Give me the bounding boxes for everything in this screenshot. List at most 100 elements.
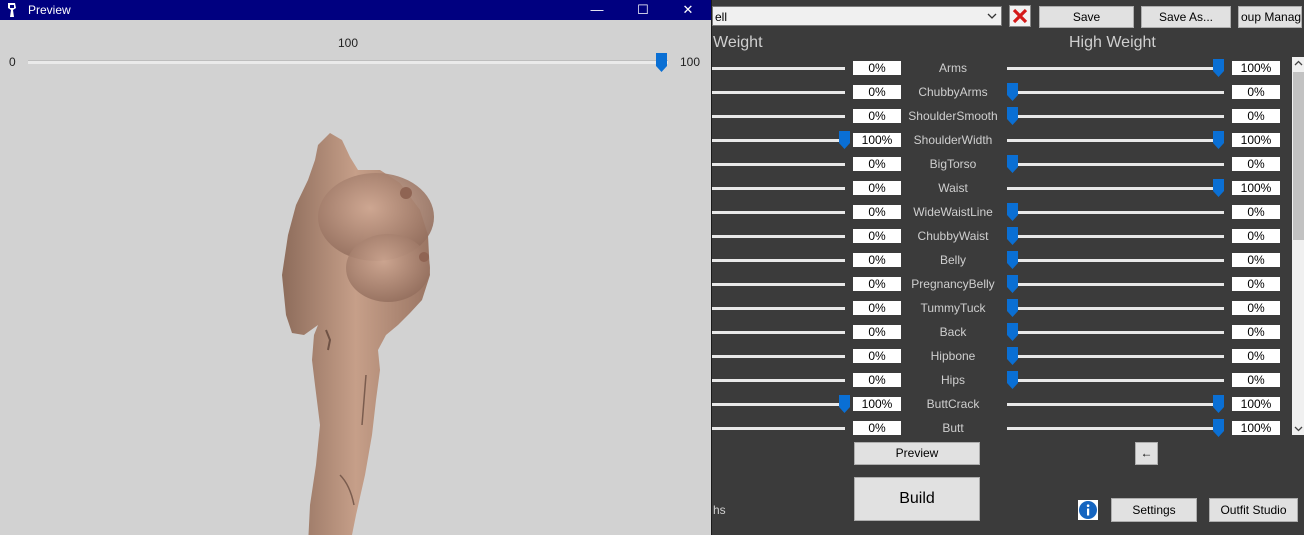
high-weight-slider-track[interactable] (1007, 259, 1224, 262)
high-weight-slider-thumb[interactable] (1213, 59, 1224, 77)
low-weight-value-field[interactable]: 0% (853, 349, 901, 363)
body-model-3d-view[interactable] (270, 125, 470, 535)
close-window-button[interactable]: ✕ (665, 0, 711, 20)
high-weight-slider-track[interactable] (1007, 379, 1224, 382)
low-weight-slider-track[interactable] (712, 163, 845, 166)
high-weight-slider-thumb[interactable] (1213, 179, 1224, 197)
high-weight-slider-thumb[interactable] (1007, 275, 1018, 293)
settings-button[interactable]: Settings (1111, 498, 1197, 522)
high-weight-slider-track[interactable] (1007, 91, 1224, 94)
high-weight-slider-track[interactable] (1007, 139, 1224, 142)
info-icon[interactable] (1078, 500, 1098, 520)
scroll-down-arrow-icon[interactable] (1292, 422, 1304, 435)
low-weight-slider-track[interactable] (712, 307, 845, 310)
high-weight-value-field[interactable]: 100% (1232, 61, 1280, 75)
low-weight-value-field[interactable]: 100% (853, 397, 901, 411)
high-weight-slider-track[interactable] (1007, 355, 1224, 358)
high-weight-slider-thumb[interactable] (1213, 395, 1224, 413)
low-weight-value-field[interactable]: 0% (853, 325, 901, 339)
high-weight-value-field[interactable]: 0% (1232, 373, 1280, 387)
high-weight-value-field[interactable]: 0% (1232, 205, 1280, 219)
low-weight-slider-track[interactable] (712, 67, 845, 70)
low-weight-slider-track[interactable] (712, 91, 845, 94)
scroll-up-arrow-icon[interactable] (1292, 57, 1304, 70)
save-button[interactable]: Save (1039, 6, 1134, 28)
high-weight-slider-track[interactable] (1007, 163, 1224, 166)
low-weight-slider-track[interactable] (712, 403, 845, 406)
group-manager-button[interactable]: oup Manag (1238, 6, 1302, 28)
high-weight-slider-track[interactable] (1007, 307, 1224, 310)
low-weight-slider-track[interactable] (712, 427, 845, 430)
high-weight-slider-thumb[interactable] (1007, 83, 1018, 101)
high-weight-slider-track[interactable] (1007, 235, 1224, 238)
preview-button[interactable]: Preview (854, 442, 980, 465)
low-weight-value-field[interactable]: 0% (853, 181, 901, 195)
high-weight-slider-track[interactable] (1007, 331, 1224, 334)
high-weight-slider-track[interactable] (1007, 427, 1224, 430)
build-button[interactable]: Build (854, 477, 980, 521)
high-weight-slider-thumb[interactable] (1007, 155, 1018, 173)
high-weight-slider-track[interactable] (1007, 67, 1224, 70)
high-weight-slider-track[interactable] (1007, 187, 1224, 190)
low-weight-slider-thumb[interactable] (839, 395, 850, 413)
minimize-button[interactable]: — (574, 0, 620, 20)
preview-slider-thumb[interactable] (656, 53, 667, 72)
low-weight-slider-track[interactable] (712, 331, 845, 334)
high-weight-value-field[interactable]: 0% (1232, 157, 1280, 171)
scrollbar-thumb[interactable] (1293, 72, 1304, 240)
low-weight-slider-thumb[interactable] (839, 131, 850, 149)
vertical-scrollbar[interactable] (1292, 57, 1304, 435)
high-weight-value-field[interactable]: 0% (1232, 349, 1280, 363)
high-weight-value-field[interactable]: 100% (1232, 397, 1280, 411)
high-weight-slider-thumb[interactable] (1007, 227, 1018, 245)
high-weight-value-field[interactable]: 0% (1232, 109, 1280, 123)
high-weight-value-field[interactable]: 100% (1232, 181, 1280, 195)
low-weight-slider-track[interactable] (712, 259, 845, 262)
delete-preset-button[interactable] (1009, 5, 1031, 27)
low-weight-value-field[interactable]: 0% (853, 205, 901, 219)
high-weight-slider-thumb[interactable] (1007, 107, 1018, 125)
back-arrow-button[interactable]: ← (1135, 442, 1158, 465)
high-weight-slider-thumb[interactable] (1007, 371, 1018, 389)
high-weight-value-field[interactable]: 0% (1232, 325, 1280, 339)
low-weight-value-field[interactable]: 0% (853, 61, 901, 75)
high-weight-value-field[interactable]: 100% (1232, 421, 1280, 435)
maximize-button[interactable]: ☐ (620, 0, 666, 20)
preview-titlebar[interactable]: Preview — ☐ ✕ (0, 0, 711, 20)
low-weight-value-field[interactable]: 0% (853, 157, 901, 171)
low-weight-slider-track[interactable] (712, 211, 845, 214)
low-weight-slider-track[interactable] (712, 355, 845, 358)
low-weight-value-field[interactable]: 0% (853, 253, 901, 267)
preset-dropdown[interactable]: ell (712, 6, 1002, 26)
high-weight-value-field[interactable]: 0% (1232, 85, 1280, 99)
high-weight-slider-thumb[interactable] (1007, 347, 1018, 365)
low-weight-slider-track[interactable] (712, 235, 845, 238)
low-weight-value-field[interactable]: 0% (853, 109, 901, 123)
high-weight-value-field[interactable]: 0% (1232, 229, 1280, 243)
high-weight-value-field[interactable]: 100% (1232, 133, 1280, 147)
high-weight-slider-thumb[interactable] (1213, 131, 1224, 149)
preview-weight-slider[interactable] (28, 60, 668, 64)
high-weight-value-field[interactable]: 0% (1232, 253, 1280, 267)
low-weight-value-field[interactable]: 0% (853, 277, 901, 291)
low-weight-value-field[interactable]: 0% (853, 229, 901, 243)
low-weight-slider-track[interactable] (712, 283, 845, 286)
low-weight-value-field[interactable]: 0% (853, 85, 901, 99)
low-weight-slider-track[interactable] (712, 187, 845, 190)
high-weight-slider-thumb[interactable] (1007, 251, 1018, 269)
low-weight-value-field[interactable]: 100% (853, 133, 901, 147)
high-weight-slider-thumb[interactable] (1007, 299, 1018, 317)
high-weight-value-field[interactable]: 0% (1232, 277, 1280, 291)
outfit-studio-button[interactable]: Outfit Studio (1209, 498, 1298, 522)
low-weight-value-field[interactable]: 0% (853, 421, 901, 435)
low-weight-value-field[interactable]: 0% (853, 301, 901, 315)
high-weight-slider-thumb[interactable] (1007, 323, 1018, 341)
low-weight-slider-track[interactable] (712, 139, 845, 142)
high-weight-value-field[interactable]: 0% (1232, 301, 1280, 315)
low-weight-slider-track[interactable] (712, 379, 845, 382)
high-weight-slider-thumb[interactable] (1007, 203, 1018, 221)
high-weight-slider-track[interactable] (1007, 283, 1224, 286)
save-as-button[interactable]: Save As... (1141, 6, 1231, 28)
high-weight-slider-track[interactable] (1007, 115, 1224, 118)
high-weight-slider-track[interactable] (1007, 211, 1224, 214)
